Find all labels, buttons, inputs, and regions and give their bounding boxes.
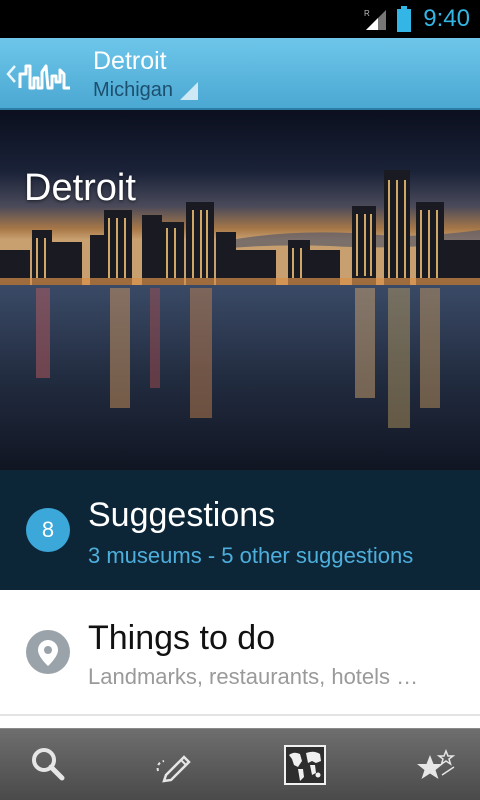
stars-icon	[417, 748, 456, 779]
pencil-edit-icon	[156, 755, 191, 783]
svg-text:R: R	[364, 9, 370, 18]
nav-map[interactable]	[278, 739, 330, 791]
nav-search[interactable]	[22, 739, 74, 791]
hero-image: Detroit	[0, 110, 480, 470]
status-bar: R 9:40	[0, 0, 480, 38]
map-pin-icon	[26, 630, 70, 674]
suggestions-count-badge: 8	[26, 508, 70, 552]
suggestions-subtitle: 3 museums - 5 other suggestions	[88, 543, 414, 568]
action-bar-title[interactable]: Detroit	[93, 46, 167, 76]
action-bar: Detroit Michigan	[0, 38, 480, 110]
bottom-nav	[0, 728, 480, 800]
nav-favorites[interactable]	[410, 739, 462, 791]
world-map-icon	[284, 745, 326, 785]
things-to-do-subtitle: Landmarks, restaurants, hotels …	[88, 664, 419, 689]
skyline-logo-icon[interactable]	[18, 52, 72, 96]
suggestions-title: Suggestions	[88, 496, 276, 534]
search-icon	[32, 748, 65, 781]
suggestions-item[interactable]: 8 Suggestions 3 museums - 5 other sugges…	[0, 470, 480, 590]
nav-edit[interactable]	[146, 739, 198, 791]
hero-title: Detroit	[24, 167, 136, 209]
things-to-do-title: Things to do	[88, 619, 276, 657]
signal-icon: R	[364, 9, 386, 30]
city-skyline-image	[0, 110, 480, 470]
things-to-do-item[interactable]: Things to do Landmarks, restaurants, hot…	[0, 590, 480, 716]
battery-icon	[397, 6, 411, 32]
clock: 9:40	[423, 5, 470, 32]
chevron-left-icon[interactable]	[4, 56, 18, 92]
dropdown-triangle-icon[interactable]	[180, 82, 198, 100]
action-bar-subtitle[interactable]: Michigan	[93, 78, 173, 102]
